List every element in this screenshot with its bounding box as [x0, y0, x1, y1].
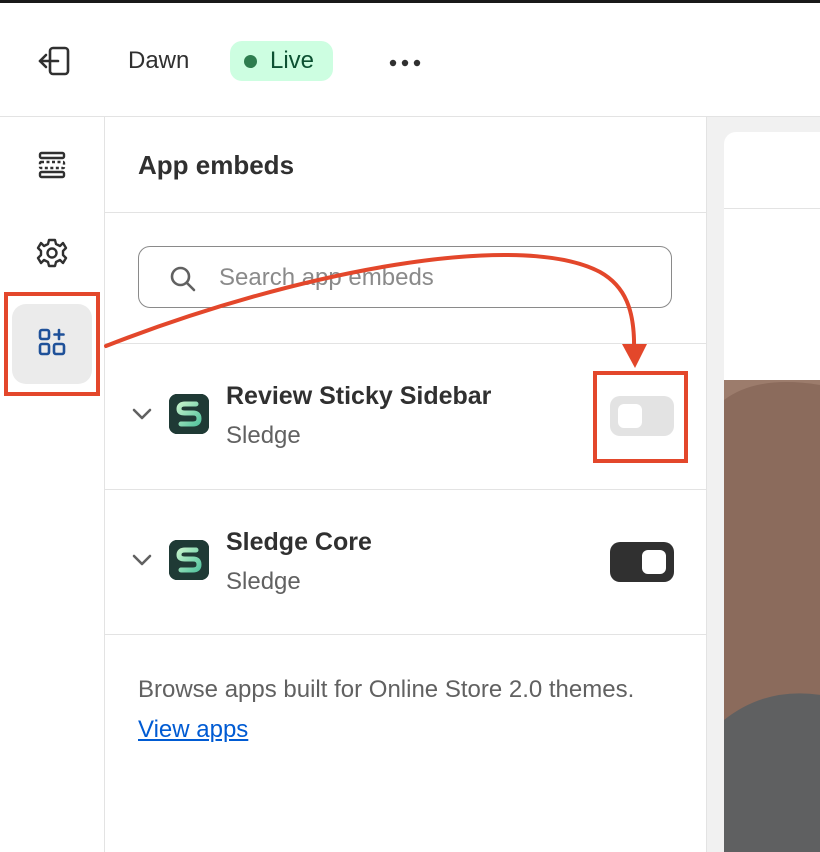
app-vendor: Sledge: [226, 568, 301, 595]
preview-page: [724, 132, 820, 852]
theme-name: Dawn: [128, 47, 190, 74]
sledge-logo-icon: [169, 394, 209, 434]
more-horizontal-icon[interactable]: [386, 49, 426, 77]
preview-header-divider: [724, 208, 820, 209]
app-name: Sledge Core: [226, 528, 372, 556]
toggle-knob: [618, 404, 642, 428]
gear-icon: [36, 237, 68, 274]
app-name: Review Sticky Sidebar: [226, 382, 492, 410]
theme-preview: [707, 117, 820, 852]
toggle-knob: [642, 550, 666, 574]
divider: [105, 212, 706, 213]
exit-icon[interactable]: [36, 43, 76, 79]
chevron-down-icon[interactable]: [131, 406, 153, 422]
rail-item-app-embeds[interactable]: [12, 304, 92, 384]
search-input[interactable]: [217, 257, 651, 299]
panel-title: App embeds: [138, 150, 295, 180]
app-embeds-panel: App embeds Review Sticky Sidebar Sledge: [105, 117, 707, 852]
editor-top-bar: Dawn Live: [0, 3, 820, 117]
divider: [105, 634, 706, 635]
list-item: Review Sticky Sidebar Sledge: [105, 344, 706, 489]
view-apps-link[interactable]: View apps: [138, 716, 248, 743]
sections-icon: [37, 150, 67, 185]
embed-toggle-sledge-core[interactable]: [610, 542, 674, 582]
chevron-down-icon[interactable]: [131, 552, 153, 568]
embed-toggle-review-sticky-sidebar[interactable]: [610, 396, 674, 436]
rail-item-sections[interactable]: [12, 127, 92, 207]
browse-apps-text: Browse apps built for Online Store 2.0 t…: [138, 676, 635, 703]
editor-side-rail: [0, 117, 105, 852]
live-dot-icon: [244, 54, 257, 68]
preview-hero-image: [724, 380, 820, 852]
app-embeds-icon: [37, 327, 67, 362]
live-status-badge: Live: [230, 41, 333, 81]
search-icon: [169, 265, 197, 293]
live-status-label: Live: [270, 47, 315, 74]
app-vendor: Sledge: [226, 422, 301, 449]
search-box[interactable]: [138, 246, 672, 308]
sledge-logo-icon: [169, 540, 209, 580]
browse-apps-note: Browse apps built for Online Store 2.0 t…: [138, 670, 658, 750]
list-item: Sledge Core Sledge: [105, 490, 706, 635]
rail-item-settings[interactable]: [12, 215, 92, 295]
